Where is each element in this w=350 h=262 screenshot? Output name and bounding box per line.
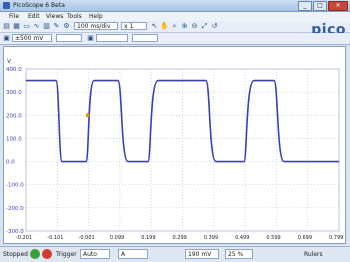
channel-b-icon[interactable]: ▣: [86, 34, 95, 43]
scope-view[interactable]: V 400.0 300.0 200.0 100.0 0.0 -100.0 -200.0 -300…: [3, 46, 346, 244]
y-tick-label: 300.0: [6, 90, 22, 96]
undo-zoom-icon[interactable]: ↺: [210, 22, 219, 31]
x-tick-label: -0.201: [16, 235, 32, 241]
main-toolbar: ▤ ▦ ▭ ∿ ▥ ✎ ⚙ 100 ms/div x 1 ↖ ✋ ⌕ ⊕ ⊖ ⤢…: [0, 21, 350, 33]
x-tick-label: 0.199: [141, 235, 155, 241]
channel-range-select[interactable]: ±500 mV: [12, 34, 52, 42]
menu-views[interactable]: Views: [46, 13, 63, 20]
settings-icon[interactable]: ⚙: [62, 22, 71, 31]
x-tick-label: 0.099: [110, 235, 124, 241]
y-tick-label: 0.0: [6, 160, 15, 166]
x-tick-label: 0.399: [204, 235, 218, 241]
channel-b-coupling-select[interactable]: [132, 34, 158, 42]
y-tick-label: 200.0: [6, 113, 22, 119]
scope-graph[interactable]: V400.0300.0200.0100.00.0-100.0-200.0-300…: [4, 47, 345, 243]
menu-file[interactable]: File: [9, 13, 19, 20]
timebase-select[interactable]: 100 ms/div: [74, 22, 118, 30]
open-icon[interactable]: ▤: [2, 22, 11, 31]
save-icon[interactable]: ▦: [12, 22, 21, 31]
pre-trigger-field[interactable]: 25 %: [225, 249, 253, 259]
zoom-fit-icon[interactable]: ⤢: [200, 22, 209, 31]
y-tick-label: -200.0: [6, 206, 24, 212]
trigger-marker: [85, 113, 91, 118]
x-tick-label: -0.101: [47, 235, 63, 241]
y-tick-label: 400.0: [6, 67, 22, 73]
spectrum-mode-icon[interactable]: ▥: [42, 22, 51, 31]
trigger-level-field[interactable]: 190 mV: [185, 249, 219, 259]
stop-icon[interactable]: [42, 249, 52, 259]
run-state-label: Stopped: [3, 251, 28, 258]
menu-bar: File Edit Views Tools Help: [0, 12, 350, 21]
pen-icon[interactable]: ✎: [52, 22, 61, 31]
x-tick-label: -0.001: [79, 235, 95, 241]
menu-tools[interactable]: Tools: [67, 13, 82, 20]
trigger-mode-select[interactable]: Auto: [80, 249, 110, 259]
x-tick-label: 0.499: [235, 235, 249, 241]
x-tick-label: 0.799: [329, 235, 343, 241]
rulers-button[interactable]: Rulers: [304, 251, 323, 258]
app-icon: [3, 2, 10, 9]
coupling-select[interactable]: [56, 34, 82, 42]
pointer-icon[interactable]: ↖: [150, 22, 159, 31]
window-controls: _ □ ✕: [297, 1, 348, 11]
title-bar: PicoScope 6 Beta _ □ ✕: [0, 0, 350, 12]
channel-toolbar: ▣ ±500 mV ▣: [0, 33, 350, 45]
signal-trace: [26, 79, 339, 163]
scope-mode-icon[interactable]: ∿: [32, 22, 41, 31]
multiplier-select[interactable]: x 1: [121, 22, 147, 30]
maximize-button[interactable]: □: [313, 1, 327, 11]
menu-help[interactable]: Help: [89, 13, 103, 20]
x-tick-label: 0.599: [266, 235, 280, 241]
menu-edit[interactable]: Edit: [28, 13, 40, 20]
y-tick-label: 100.0: [6, 136, 22, 142]
channel-b-range-select[interactable]: [96, 34, 128, 42]
window-title: PicoScope 6 Beta: [13, 2, 65, 9]
print-icon[interactable]: ▭: [22, 22, 31, 31]
close-button[interactable]: ✕: [328, 1, 348, 11]
status-bar: Stopped Trigger Auto A 190 mV 25 % Ruler…: [0, 246, 350, 262]
x-tick-label: 0.699: [298, 235, 312, 241]
hand-icon[interactable]: ✋: [160, 22, 169, 31]
y-tick-label: -100.0: [6, 183, 24, 189]
zoom-out-icon[interactable]: ⊖: [190, 22, 199, 31]
channel-a-icon[interactable]: ▣: [2, 34, 11, 43]
zoom-icon[interactable]: ⌕: [170, 22, 179, 31]
trigger-channel-select[interactable]: A: [118, 249, 148, 259]
minimize-button[interactable]: _: [298, 1, 312, 11]
y-axis-unit: V: [7, 58, 12, 65]
start-icon[interactable]: [30, 249, 40, 259]
trigger-label: Trigger: [56, 251, 77, 258]
zoom-in-icon[interactable]: ⊕: [180, 22, 189, 31]
x-tick-label: 0.299: [173, 235, 187, 241]
